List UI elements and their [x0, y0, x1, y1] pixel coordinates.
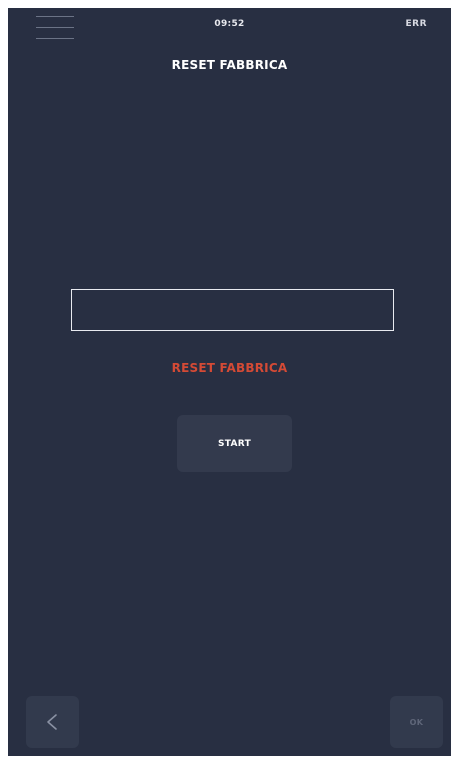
menu-line: [36, 38, 74, 39]
start-button[interactable]: START: [177, 415, 292, 472]
menu-line: [36, 16, 74, 17]
ok-button[interactable]: OK: [390, 696, 443, 748]
progress-display-box: [71, 289, 394, 331]
chevron-left-icon: [47, 714, 57, 730]
clock-time: 09:52: [214, 19, 245, 29]
status-message: RESET FABBRICA: [171, 361, 288, 375]
error-status-indicator[interactable]: ERR: [405, 19, 427, 29]
back-button[interactable]: [26, 696, 79, 748]
page-title: RESET FABBRICA: [171, 58, 288, 72]
device-screen: 09:52 ERR RESET FABBRICA RESET FABBRICA …: [8, 8, 451, 756]
